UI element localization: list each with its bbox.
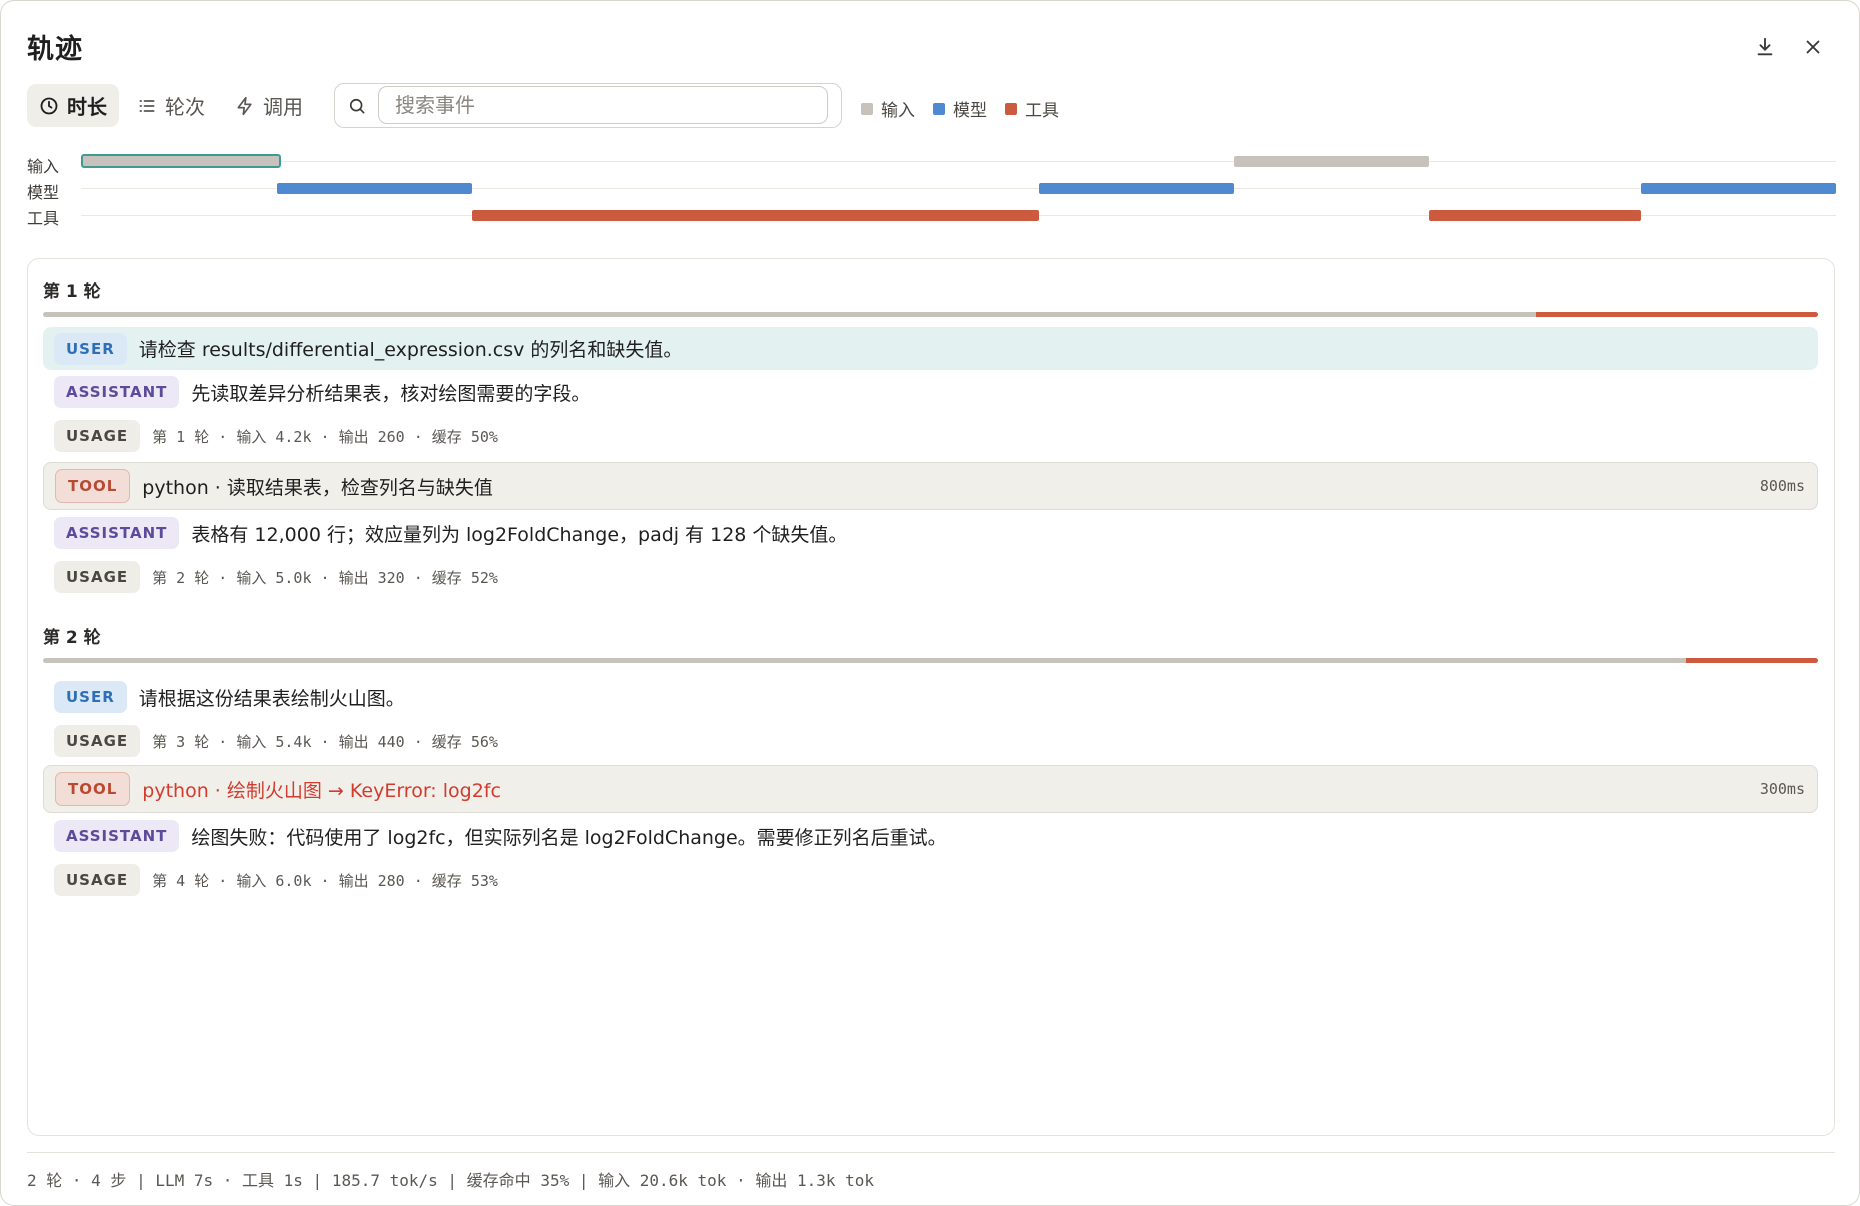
events-panel: 第 1 轮 USER 请检查 results/differential_expr… [27, 258, 1835, 1136]
event-duration: 800ms [1759, 477, 1805, 495]
round-progress-bar [43, 658, 1818, 663]
event-row-assistant[interactable]: ASSISTANT 表格有 12,000 行；效应量列为 log2FoldCha… [43, 511, 1818, 555]
legend-swatch [1005, 102, 1017, 115]
event-row-usage[interactable]: USAGE 第 4 轮 · 输入 6.0k · 输出 280 · 缓存 53% [43, 858, 1818, 902]
tab-duration[interactable]: 时长 [27, 84, 119, 127]
close-icon [1806, 40, 1820, 54]
legend-swatch [861, 102, 873, 115]
download-button[interactable] [1749, 31, 1781, 63]
event-text: 第 3 轮 · 输入 5.4k · 输出 440 · 缓存 56% [152, 732, 498, 751]
legend-label: 输入 [881, 101, 915, 121]
tab-calls[interactable]: 调用 [223, 84, 315, 127]
event-row-user[interactable]: USER 请检查 results/differential_expression… [43, 327, 1818, 370]
event-text: 第 2 轮 · 输入 5.0k · 输出 320 · 缓存 52% [152, 568, 498, 587]
legend: 输入 模型 工具 [861, 96, 1059, 121]
timeline-bar-model[interactable] [1641, 183, 1836, 194]
legend-item-model: 模型 [933, 96, 987, 121]
event-text: 请根据这份结果表绘制火山图。 [138, 687, 405, 710]
event-type-badge: ASSISTANT [54, 820, 180, 852]
event-type-badge: USAGE [54, 420, 141, 452]
legend-label: 模型 [953, 101, 987, 121]
timeline-bar-tool[interactable] [1429, 210, 1641, 221]
event-text: 表格有 12,000 行；效应量列为 log2FoldChange，padj 有… [191, 523, 848, 546]
event-type-badge: USAGE [54, 561, 141, 593]
legend-swatch [933, 102, 945, 115]
tab-label: 调用 [263, 95, 303, 119]
event-type-badge: USER [54, 332, 127, 365]
tab-label: 轮次 [165, 95, 205, 119]
event-row-user[interactable]: USER 请根据这份结果表绘制火山图。 [43, 675, 1818, 719]
event-row-usage[interactable]: USAGE 第 2 轮 · 输入 5.0k · 输出 320 · 缓存 52% [43, 555, 1818, 599]
event-text: 绘图失败：代码使用了 log2fc，但实际列名是 log2FoldChange。… [191, 826, 947, 849]
timeline-bar-input[interactable] [1234, 156, 1429, 167]
event-text: 先读取差异分析结果表，核对绘图需要的字段。 [191, 382, 591, 405]
event-row-assistant[interactable]: ASSISTANT 先读取差异分析结果表，核对绘图需要的字段。 [43, 370, 1818, 414]
footer-summary: 2 轮 · 4 步 | LLM 7s · 工具 1s | 185.7 tok/s… [27, 1171, 875, 1190]
tab-rounds[interactable]: 轮次 [125, 84, 217, 127]
event-type-badge: USER [54, 681, 127, 713]
event-type-badge: USAGE [54, 864, 141, 896]
event-row-tool[interactable]: TOOL python · 读取结果表，检查列名与缺失值 800ms [43, 462, 1818, 510]
round-title: 第 1 轮 [43, 282, 101, 302]
event-type-badge: TOOL [55, 469, 131, 503]
event-text: 第 4 轮 · 输入 6.0k · 输出 280 · 缓存 53% [152, 871, 498, 890]
lane-line [81, 161, 1836, 162]
event-type-badge: ASSISTANT [54, 517, 180, 549]
event-row-assistant[interactable]: ASSISTANT 绘图失败：代码使用了 log2fc，但实际列名是 log2F… [43, 814, 1818, 858]
legend-item-input: 输入 [861, 96, 915, 121]
timeline-bar-model[interactable] [1039, 183, 1234, 194]
round-title: 第 2 轮 [43, 628, 101, 648]
event-row-usage[interactable]: USAGE 第 1 轮 · 输入 4.2k · 输出 260 · 缓存 50% [43, 414, 1818, 458]
lane-label-tool: 工具 [27, 209, 60, 228]
round-progress-bar [43, 312, 1818, 317]
view-tabs: 时长 轮次 调用 [27, 84, 315, 127]
clock-icon [40, 97, 58, 114]
event-type-badge: USAGE [54, 725, 141, 757]
trace-dialog: 轨迹 时长 轮次 调用 搜索事件 输入 模型 工具 输入 模型 工具 第 1 轮… [0, 0, 1860, 1206]
search-box [334, 83, 842, 128]
legend-item-tool: 工具 [1005, 96, 1059, 121]
lane-label-model: 模型 [27, 183, 60, 202]
event-type-badge: TOOL [55, 772, 131, 806]
event-row-tool-error[interactable]: TOOL python · 绘制火山图 → KeyError: log2fc 3… [43, 765, 1818, 813]
close-button[interactable] [1797, 31, 1829, 63]
search-input[interactable] [378, 86, 828, 124]
list-icon [139, 99, 155, 112]
timeline-bar-tool[interactable] [472, 210, 1039, 221]
event-text: python · 绘制火山图 → KeyError: log2fc [142, 779, 501, 802]
dialog-title: 轨迹 [27, 34, 83, 65]
lightning-icon [237, 96, 252, 115]
event-text: 请检查 results/differential_expression.csv … [138, 339, 683, 361]
search-icon [349, 98, 365, 114]
event-row-usage[interactable]: USAGE 第 3 轮 · 输入 5.4k · 输出 440 · 缓存 56% [43, 719, 1818, 763]
lane-label-input: 输入 [27, 157, 60, 176]
event-text: 第 1 轮 · 输入 4.2k · 输出 260 · 缓存 50% [152, 427, 498, 446]
footer-divider [27, 1152, 1835, 1153]
legend-label: 工具 [1025, 101, 1059, 121]
event-text: python · 读取结果表，检查列名与缺失值 [142, 476, 493, 499]
tab-label: 时长 [67, 95, 107, 119]
download-icon [1757, 37, 1773, 56]
timeline: 输入 模型 工具 [1, 147, 1859, 232]
timeline-bar-model[interactable] [277, 183, 472, 194]
timeline-bar-input-selected[interactable] [81, 154, 281, 168]
event-type-badge: ASSISTANT [54, 376, 180, 408]
event-duration: 300ms [1759, 780, 1805, 798]
